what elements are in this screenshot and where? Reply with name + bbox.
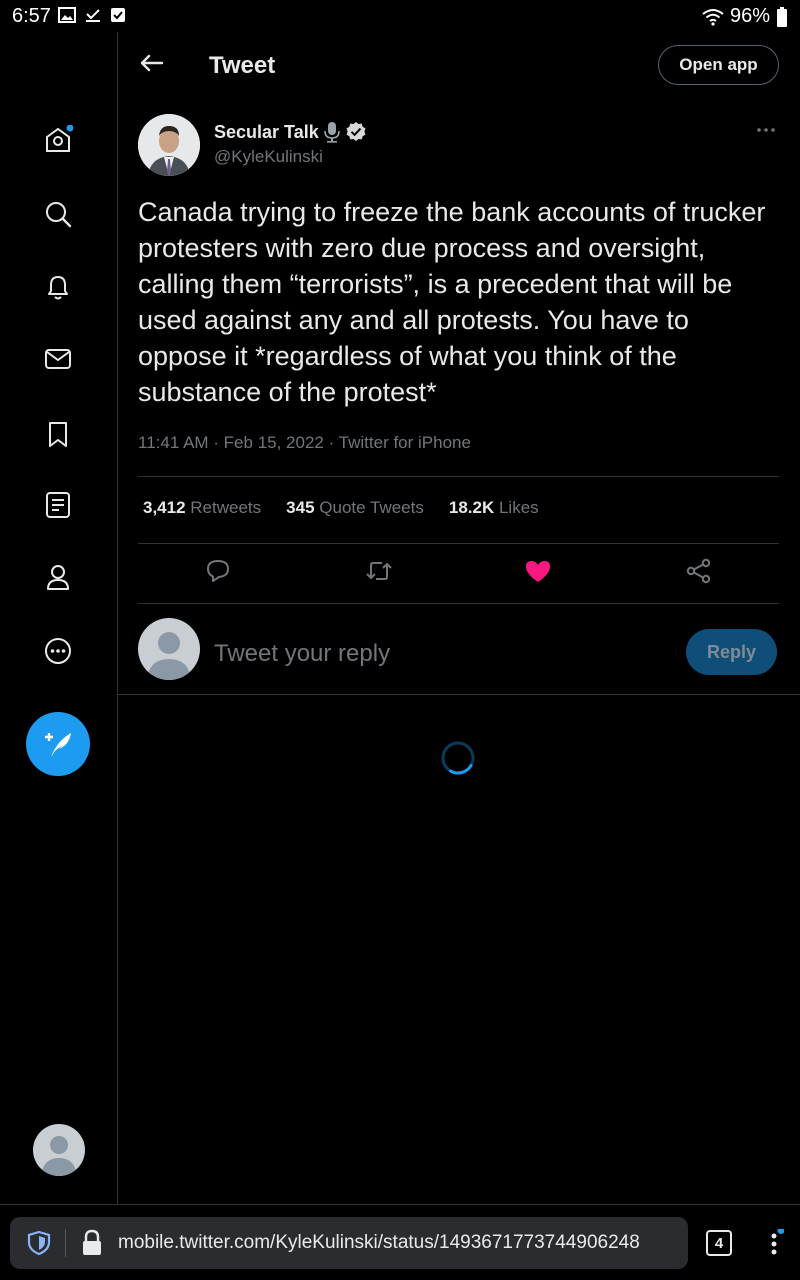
browser-toolbar: mobile.twitter.com/KyleKulinski/status/1…: [0, 1204, 800, 1280]
main-column: Tweet Open app Secular Talk @KyleKulinsk…: [118, 32, 800, 1204]
loading-spinner-icon: [441, 741, 475, 775]
likes-count: 18.2K: [448, 498, 495, 517]
status-right: 96%: [702, 5, 788, 28]
like-action-button[interactable]: [523, 556, 553, 586]
reply-icon: [207, 560, 229, 582]
retweets-stat[interactable]: 3,412 Retweets: [143, 498, 261, 518]
home-icon[interactable]: [40, 122, 76, 158]
more-options-icon[interactable]: [754, 118, 778, 142]
likes-stat[interactable]: 18.2K Likes: [449, 498, 539, 518]
retweets-label: Retweets: [190, 498, 262, 517]
header: Tweet Open app: [118, 32, 800, 98]
status-bar: 6:57 96%: [0, 0, 800, 32]
retweet-icon: [366, 562, 392, 580]
share-action-button[interactable]: [684, 556, 714, 586]
author-avatar[interactable]: [138, 114, 200, 176]
author-photo: [138, 114, 200, 176]
bookmarks-icon[interactable]: [40, 416, 76, 452]
quote-tweets-count: 345: [286, 498, 315, 517]
account-avatar[interactable]: [33, 1124, 85, 1176]
profile-icon[interactable]: [40, 559, 76, 595]
quote-tweets-label: Quote Tweets: [319, 498, 424, 517]
compose-feather-icon: [45, 733, 71, 757]
likes-label: Likes: [498, 498, 539, 517]
notifications-icon[interactable]: [40, 269, 76, 305]
browser-menu-icon[interactable]: [764, 1229, 784, 1259]
verified-badge-icon: [346, 122, 366, 141]
more-icon[interactable]: [40, 633, 76, 669]
retweets-count: 3,412: [143, 498, 186, 517]
address-bar-separator: [65, 1229, 66, 1257]
battery-percent: 96%: [729, 5, 770, 27]
reply-button[interactable]: Reply: [686, 629, 777, 675]
left-nav: [0, 32, 118, 1204]
shield-icon[interactable]: [26, 1230, 52, 1256]
author-handle[interactable]: @KyleKulinski: [214, 147, 323, 167]
url-text[interactable]: mobile.twitter.com/KyleKulinski/status/1…: [118, 1232, 640, 1254]
tweet-text: Canada trying to freeze the bank account…: [138, 197, 766, 407]
reply-input[interactable]: [214, 636, 634, 672]
tweet-stats: 3,412 Retweets 345 Quote Tweets 18.2K Li…: [143, 498, 539, 518]
divider: [118, 694, 800, 695]
lock-icon[interactable]: [80, 1229, 104, 1257]
compose-tweet-button[interactable]: [26, 712, 90, 776]
retweet-action-button[interactable]: [364, 556, 394, 586]
divider: [138, 476, 779, 477]
quote-tweets-stat[interactable]: 345 Quote Tweets: [286, 498, 424, 518]
default-avatar-icon: [147, 632, 191, 680]
default-avatar-icon: [41, 1136, 77, 1176]
tweet-timestamp[interactable]: 11:41 AM · Feb 15, 2022 · Twitter for iP…: [138, 433, 471, 453]
lists-icon[interactable]: [40, 487, 76, 523]
divider: [138, 543, 779, 544]
reply-action-button[interactable]: [203, 556, 233, 586]
share-icon: [686, 558, 711, 584]
author-name[interactable]: Secular Talk: [214, 121, 367, 143]
open-app-button[interactable]: Open app: [658, 45, 779, 85]
gallery-icon: [58, 7, 76, 23]
status-notification-icons: [58, 7, 126, 23]
address-bar[interactable]: mobile.twitter.com/KyleKulinski/status/1…: [10, 1217, 688, 1269]
wifi-icon: [702, 8, 724, 26]
search-icon[interactable]: [40, 196, 76, 232]
battery-icon: [777, 6, 787, 27]
heart-filled-icon: [526, 561, 550, 582]
download-done-icon: [86, 9, 100, 22]
divider: [138, 603, 779, 604]
reply-avatar: [138, 618, 200, 680]
tab-count: 4: [714, 1234, 724, 1252]
status-time: 6:57: [12, 5, 51, 27]
tab-switcher-button[interactable]: 4: [706, 1230, 732, 1256]
messages-icon[interactable]: [40, 341, 76, 377]
back-arrow-icon[interactable]: [136, 48, 166, 78]
author-name-text: Secular Talk: [214, 121, 319, 142]
microphone-icon: [323, 122, 340, 143]
page-title: Tweet: [209, 52, 276, 79]
checkbox-icon: [111, 8, 125, 22]
